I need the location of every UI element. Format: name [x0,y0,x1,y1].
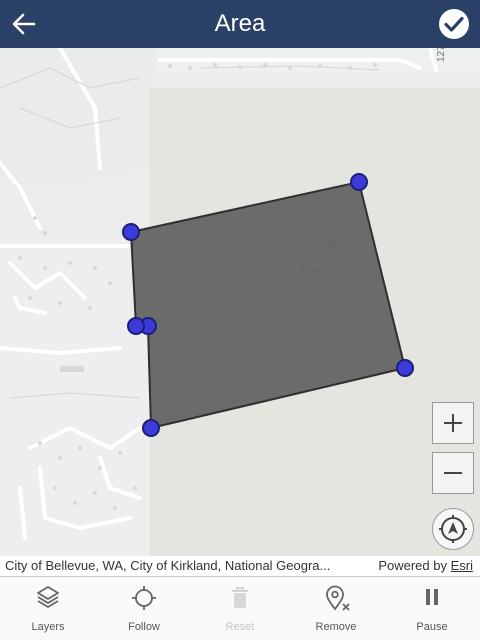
layers-label: Layers [31,621,65,633]
page-title: Area [214,10,266,37]
check-circle-icon [439,9,469,39]
vertex-point[interactable] [396,359,414,377]
minus-icon [444,472,462,474]
plus-icon [444,414,462,432]
map-attribution: City of Bellevue, WA, City of Kirkland, … [0,556,480,576]
top-app-bar: Area [0,0,480,48]
road-label: 127 [436,48,447,62]
vertex-point[interactable] [142,419,160,437]
park-label-line: State [299,248,329,262]
crosshair-icon [132,586,156,610]
park-label: Bridle Trails State Park [266,234,362,276]
trash-icon [232,587,248,608]
pause-label: Pause [416,621,448,633]
compass-icon [439,515,467,543]
zoom-out-button[interactable] [432,452,474,494]
attribution-sources: City of Bellevue, WA, City of Kirkland, … [5,558,331,573]
layers-button[interactable]: Layers [0,577,96,641]
pause-icon [426,589,438,605]
locate-button[interactable] [432,508,474,550]
park-label-line: Bridle Trails [282,234,346,248]
layers-icon [37,586,59,608]
vertex-point[interactable] [127,317,145,335]
follow-button[interactable]: Follow [96,577,192,641]
remove-label: Remove [315,621,357,633]
reset-button[interactable]: Reset [192,577,288,641]
vertex-point[interactable] [350,173,368,191]
powered-by-text: Powered by [378,558,447,573]
remove-button[interactable]: Remove [288,577,384,641]
follow-label: Follow [128,621,160,633]
zoom-in-button[interactable] [432,402,474,444]
powered-by: Powered by Esri [378,556,473,576]
remove-point-icon [326,585,350,611]
basemap: 127 [0,48,480,556]
bottom-toolbar: Layers Follow Reset Remove Pause [0,576,480,640]
reset-label: Reset [225,621,255,633]
map-view[interactable]: 127 Bridle Trails State Park [0,48,480,556]
confirm-button[interactable] [438,8,470,40]
esri-link[interactable]: Esri [451,558,473,573]
park-label-line: Park [301,262,327,276]
pause-button[interactable]: Pause [384,577,480,641]
vertex-point[interactable] [122,223,140,241]
